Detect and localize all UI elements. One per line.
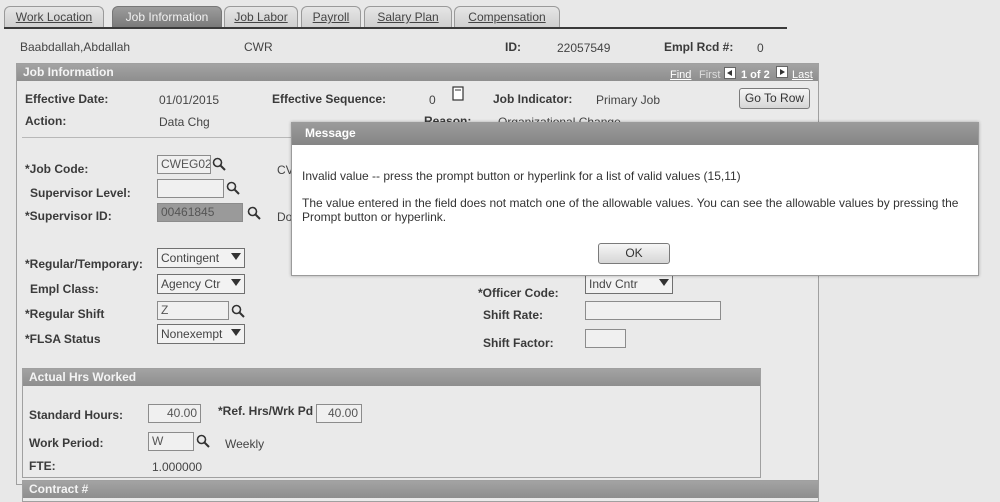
work-period-input[interactable]: W (148, 432, 194, 451)
regular-shift-input[interactable]: Z (157, 301, 229, 320)
ref-hrs-input[interactable]: 40.00 (316, 404, 362, 423)
action-label: Action: (25, 114, 67, 128)
dropdown-arrow-icon (231, 329, 241, 336)
job-indicator-value: Primary Job (596, 93, 661, 107)
tab-work-location[interactable]: Work Location (4, 6, 104, 27)
tab-divider (4, 27, 787, 29)
shift-factor-label: Shift Factor: (483, 336, 554, 350)
effective-sequence-value: 0 (429, 93, 436, 107)
empl-rcd-label: Empl Rcd #: (664, 40, 734, 54)
job-code-label: *Job Code: (25, 162, 89, 176)
find-link[interactable]: Find (670, 69, 691, 81)
id-value: 22057549 (557, 41, 611, 55)
contract-panel: Contract # (22, 480, 819, 502)
dropdown-arrow-icon (231, 253, 241, 260)
regular-temporary-label: *Regular/Temporary: (25, 257, 143, 271)
standard-hours-input[interactable]: 40.00 (148, 404, 201, 423)
job-code-input[interactable]: CWEG02 (157, 155, 211, 174)
last-link[interactable]: Last (792, 69, 813, 81)
effective-date-value: 01/01/2015 (159, 93, 220, 107)
search-icon[interactable] (231, 304, 245, 318)
calendar-icon[interactable] (452, 86, 464, 101)
ok-button[interactable]: OK (598, 243, 670, 264)
regular-temporary-value: Contingent (161, 251, 220, 265)
message-dialog: Message Invalid value -- press the promp… (291, 122, 979, 276)
supervisor-id-label: *Supervisor ID: (25, 209, 112, 223)
work-period-description: Weekly (225, 437, 265, 451)
contract-title: Contract # (23, 481, 818, 498)
job-indicator-label: Job Indicator: (493, 92, 573, 106)
regular-shift-label: *Regular Shift (25, 307, 105, 321)
search-icon[interactable] (212, 157, 226, 171)
search-icon[interactable] (226, 181, 240, 195)
shift-rate-label: Shift Rate: (483, 308, 543, 322)
regular-temporary-select[interactable]: Contingent (157, 248, 245, 268)
employee-name: Baabdallah,Abdallah (20, 40, 131, 54)
action-value: Data Chg (159, 115, 210, 129)
ref-hrs-label: *Ref. Hrs/Wrk Pd (218, 404, 314, 418)
actual-hrs-title: Actual Hrs Worked (23, 369, 760, 386)
dropdown-arrow-icon (659, 279, 669, 286)
tab-payroll[interactable]: Payroll (301, 6, 361, 27)
dropdown-arrow-icon (231, 279, 241, 286)
tab-job-labor[interactable]: Job Labor (224, 6, 298, 27)
employee-type: CWR (244, 40, 273, 54)
shift-rate-input[interactable] (585, 301, 721, 320)
shift-factor-input[interactable] (585, 329, 626, 348)
supervisor-level-label: Supervisor Level: (30, 186, 131, 200)
fte-value: 1.000000 (152, 460, 203, 474)
effective-date-label: Effective Date: (25, 92, 109, 106)
first-text: First (699, 69, 721, 81)
officer-code-select[interactable]: Indv Cntr (585, 274, 673, 294)
nav-next-icon[interactable] (776, 66, 788, 78)
tab-salary-plan[interactable]: Salary Plan (364, 6, 452, 27)
id-label: ID: (505, 40, 521, 54)
flsa-status-value: Nonexempt (161, 327, 223, 341)
error-message: Invalid value -- press the prompt button… (302, 169, 741, 183)
standard-hours-label: Standard Hours: (29, 408, 124, 422)
officer-code-label: *Officer Code: (478, 286, 559, 300)
tab-job-information[interactable]: Job Information (112, 6, 222, 27)
dialog-title: Message (292, 123, 978, 145)
work-period-label: Work Period: (29, 436, 104, 450)
row-count: 1 of 2 (741, 69, 770, 81)
error-explanation-line1: The value entered in the field does not … (302, 196, 959, 210)
empl-class-label: Empl Class: (30, 282, 99, 296)
error-explanation-line2: Prompt button or hyperlink. (302, 210, 447, 224)
supervisor-level-input[interactable] (157, 179, 224, 198)
tab-bar: Work Location Job Information Job Labor … (4, 6, 794, 28)
fte-label: FTE: (29, 459, 56, 473)
search-icon[interactable] (247, 206, 261, 220)
search-icon[interactable] (196, 434, 210, 448)
nav-prev-icon[interactable] (724, 67, 736, 79)
empl-rcd-value: 0 (757, 41, 764, 55)
actual-hrs-panel: Actual Hrs Worked (22, 368, 761, 478)
flsa-status-label: *FLSA Status (25, 332, 101, 346)
flsa-status-select[interactable]: Nonexempt (157, 324, 245, 344)
empl-class-value: Agency Ctr (161, 277, 221, 291)
officer-code-value: Indv Cntr (589, 277, 638, 291)
tab-compensation[interactable]: Compensation (454, 6, 560, 27)
effective-sequence-label: Effective Sequence: (272, 92, 387, 106)
supervisor-id-input[interactable]: 00461845 (157, 203, 243, 222)
go-to-row-button[interactable]: Go To Row (739, 88, 810, 109)
panel-title: Job Information (17, 64, 818, 81)
empl-class-select[interactable]: Agency Ctr (157, 274, 245, 294)
